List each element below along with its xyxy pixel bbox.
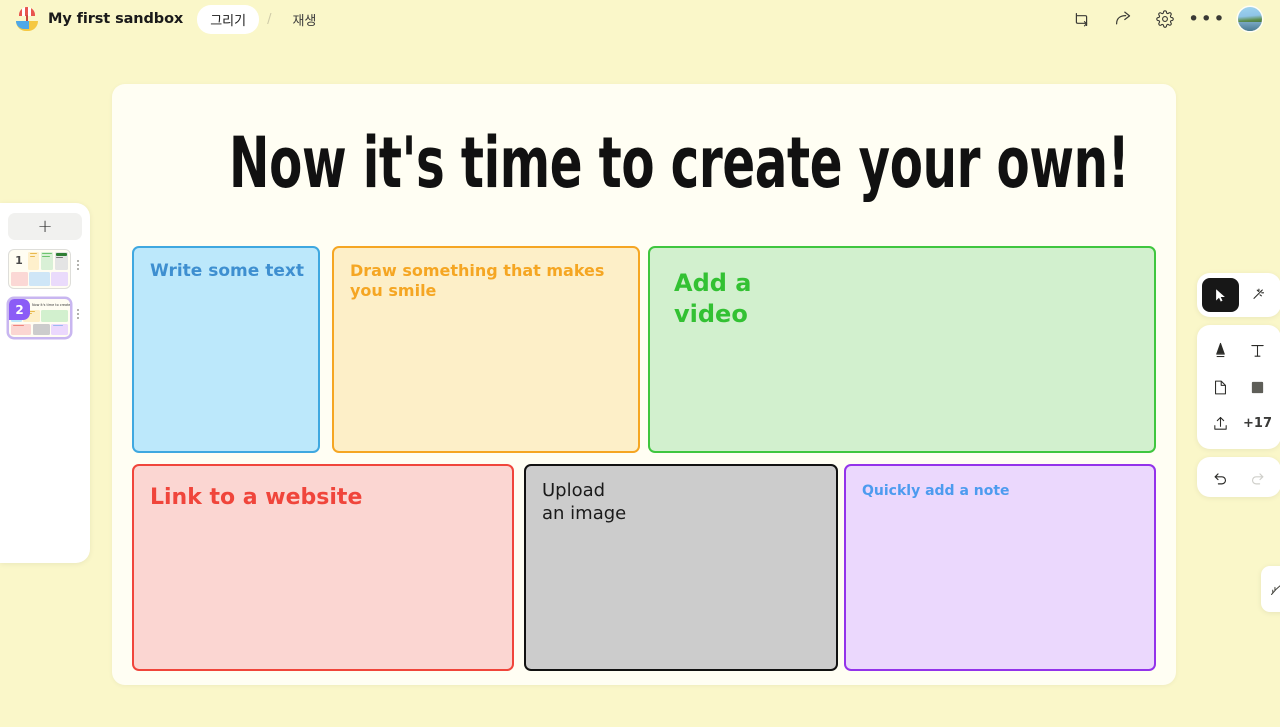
document-title[interactable]: My first sandbox — [48, 11, 183, 27]
text-tool[interactable] — [1239, 332, 1276, 369]
toolbar-history-group — [1197, 457, 1280, 497]
more-icon[interactable]: ••• — [1188, 8, 1225, 30]
card-link-website[interactable]: Link to a website — [132, 464, 514, 671]
slide-row-2: 2 Now it's time to create your own! — [8, 298, 82, 338]
tab-separator: / — [267, 11, 272, 27]
tab-draw[interactable]: 그리기 — [197, 4, 260, 34]
canvas-title[interactable]: Now it's time to create your own! — [229, 121, 1130, 203]
slide-row-1: 1 — [8, 249, 82, 289]
mode-tabs: 그리기 / 재생 — [197, 4, 329, 34]
toolbar-tools-group: +17 — [1197, 325, 1280, 449]
frame-icon[interactable] — [1070, 8, 1092, 30]
card-draw-something-label: Draw something that makes you smile — [350, 261, 605, 301]
slide-thumbnail-1[interactable]: 1 — [8, 249, 71, 289]
slide-2-title-text: Now it's time to create your own! — [32, 302, 71, 307]
slide-1-menu-icon[interactable] — [74, 249, 81, 270]
tab-play[interactable]: 재생 — [279, 5, 329, 34]
redo-button[interactable] — [1239, 462, 1276, 492]
card-write-text[interactable]: Write some text — [132, 246, 320, 453]
fill-square-tool[interactable] — [1239, 369, 1276, 405]
share-icon[interactable] — [1112, 8, 1134, 30]
card-add-video[interactable]: Add a video — [648, 246, 1156, 453]
card-quick-note-label: Quickly add a note — [862, 483, 1010, 499]
beach-umbrella-logo — [14, 6, 40, 32]
undo-button[interactable] — [1202, 462, 1239, 492]
toolbar-selection-group — [1197, 273, 1280, 317]
slides-panel: + 1 2 Now it's time to create — [0, 203, 90, 563]
slide-number-1: 1 — [15, 253, 23, 267]
card-add-video-label: Add a video — [674, 269, 752, 328]
user-avatar[interactable] — [1238, 7, 1262, 31]
line-tool-panel[interactable] — [1261, 566, 1280, 612]
header-actions: ••• — [1070, 7, 1262, 31]
card-upload-image[interactable]: Upload an image — [524, 464, 838, 671]
card-link-website-label: Link to a website — [150, 485, 363, 510]
slide-number-2: 2 — [9, 299, 30, 320]
magic-wand-tool[interactable] — [1239, 278, 1276, 312]
card-write-text-label: Write some text — [150, 261, 304, 281]
gear-icon[interactable] — [1154, 8, 1176, 30]
card-draw-something[interactable]: Draw something that makes you smile — [332, 246, 640, 453]
more-tools[interactable]: +17 — [1239, 406, 1276, 442]
shape-page-tool[interactable] — [1202, 369, 1239, 405]
slide-canvas[interactable]: Now it's time to create your own! Write … — [112, 84, 1176, 685]
slide-2-menu-icon[interactable] — [74, 298, 81, 319]
card-quick-note[interactable]: Quickly add a note — [844, 464, 1156, 671]
slide-thumbnail-2[interactable]: 2 Now it's time to create your own! — [8, 298, 71, 338]
more-tools-label: +17 — [1243, 416, 1272, 432]
add-slide-button[interactable]: + — [8, 213, 82, 240]
cursor-tool[interactable] — [1202, 278, 1239, 312]
pen-tool[interactable] — [1202, 332, 1239, 369]
upload-tool[interactable] — [1202, 406, 1239, 442]
more-icon-glyph: ••• — [1187, 8, 1227, 30]
card-upload-image-label: Upload an image — [542, 480, 627, 525]
app-header: My first sandbox 그리기 / 재생 ••• — [0, 0, 1280, 38]
